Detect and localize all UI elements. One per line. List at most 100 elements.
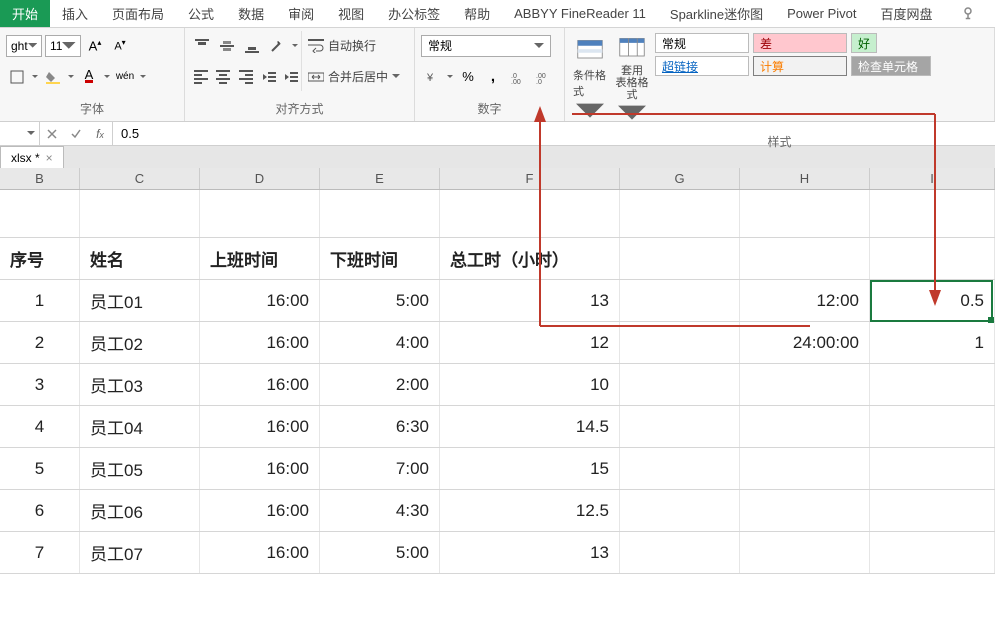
cell[interactable]: 员工07 (80, 532, 200, 573)
col-header-f[interactable]: F (440, 168, 620, 189)
cell[interactable]: 12 (440, 322, 620, 363)
cell[interactable]: 16:00 (200, 364, 320, 405)
cell[interactable]: 12.5 (440, 490, 620, 531)
tab-abbyy[interactable]: ABBYY FineReader 11 (502, 0, 658, 27)
cell[interactable]: 1 (870, 322, 995, 363)
indent-decrease-icon[interactable] (259, 66, 279, 88)
cell[interactable] (620, 448, 740, 489)
indent-increase-icon[interactable] (281, 66, 301, 88)
col-header-b[interactable]: B (0, 168, 80, 189)
cell[interactable]: 5:00 (320, 280, 440, 321)
orientation-icon[interactable] (266, 35, 288, 57)
cell[interactable] (620, 190, 740, 237)
cell[interactable]: 16:00 (200, 448, 320, 489)
cell[interactable] (620, 406, 740, 447)
cell[interactable]: 4:30 (320, 490, 440, 531)
cell[interactable]: 员工01 (80, 280, 200, 321)
cell[interactable] (200, 190, 320, 237)
tab-baidu[interactable]: 百度网盘 (868, 0, 944, 27)
cell[interactable] (0, 190, 80, 237)
cell[interactable]: 员工02 (80, 322, 200, 363)
merge-center-button[interactable]: 合并后居中 (308, 68, 408, 85)
col-header-h[interactable]: H (740, 168, 870, 189)
col-header-e[interactable]: E (320, 168, 440, 189)
cell[interactable]: 10 (440, 364, 620, 405)
cell[interactable] (870, 190, 995, 237)
wrap-text-button[interactable]: 自动换行 (308, 37, 408, 54)
cell[interactable]: 7:00 (320, 448, 440, 489)
cell[interactable]: 14.5 (440, 406, 620, 447)
cell[interactable] (740, 238, 870, 279)
cell[interactable]: 13 (440, 280, 620, 321)
increase-decimal-icon[interactable]: .0.00 (507, 66, 529, 88)
tab-review[interactable]: 审阅 (276, 0, 326, 27)
orientation-dropdown[interactable] (291, 44, 299, 48)
cell[interactable] (620, 322, 740, 363)
cell[interactable] (740, 364, 870, 405)
cell[interactable]: 员工03 (80, 364, 200, 405)
tell-me-icon[interactable] (945, 0, 991, 27)
align-top-icon[interactable] (191, 35, 213, 57)
align-left-icon[interactable] (191, 66, 211, 88)
cell[interactable] (740, 490, 870, 531)
tab-data[interactable]: 数据 (226, 0, 276, 27)
cell[interactable]: 13 (440, 532, 620, 573)
cell[interactable] (870, 490, 995, 531)
cell[interactable] (740, 532, 870, 573)
format-as-table-button[interactable]: 套用 表格格式 (613, 31, 651, 131)
align-bottom-icon[interactable] (241, 35, 263, 57)
align-middle-icon[interactable] (216, 35, 238, 57)
cell[interactable] (870, 532, 995, 573)
cell[interactable]: 24:00:00 (740, 322, 870, 363)
name-box[interactable] (0, 122, 40, 145)
formula-input[interactable]: 0.5 (113, 122, 995, 145)
cell[interactable] (740, 406, 870, 447)
border-icon[interactable] (6, 66, 28, 88)
close-icon[interactable]: × (46, 151, 53, 165)
tab-layout[interactable]: 页面布局 (100, 0, 176, 27)
tab-insert[interactable]: 插入 (50, 0, 100, 27)
tab-formula[interactable]: 公式 (176, 0, 226, 27)
cell[interactable] (740, 448, 870, 489)
cell-style-hyperlink[interactable]: 超链接 (655, 56, 749, 76)
cell[interactable]: 16:00 (200, 406, 320, 447)
cell[interactable] (440, 190, 620, 237)
cell[interactable]: 序号 (0, 238, 80, 279)
decrease-font-icon[interactable]: A▾ (109, 35, 131, 57)
cell[interactable]: 7 (0, 532, 80, 573)
cell[interactable] (620, 364, 740, 405)
increase-font-icon[interactable]: A▴ (84, 35, 106, 57)
cell[interactable]: 16:00 (200, 322, 320, 363)
cell[interactable]: 16:00 (200, 280, 320, 321)
cell[interactable]: 1 (0, 280, 80, 321)
cell-style-bad[interactable]: 差 (753, 33, 847, 53)
number-format-select[interactable]: 常规 (421, 35, 551, 57)
cell[interactable]: 5 (0, 448, 80, 489)
cell-style-calc[interactable]: 计算 (753, 56, 847, 76)
accept-formula-icon[interactable] (64, 122, 88, 145)
cell[interactable]: 员工04 (80, 406, 200, 447)
cell[interactable] (870, 406, 995, 447)
font-name-select[interactable]: ght (6, 35, 42, 57)
cell-style-check[interactable]: 检查单元格 (851, 56, 931, 76)
cell[interactable]: 员工06 (80, 490, 200, 531)
cell[interactable] (320, 190, 440, 237)
cell[interactable]: 2 (0, 322, 80, 363)
decrease-decimal-icon[interactable]: .00.0 (532, 66, 554, 88)
cell[interactable]: 0.5 (870, 280, 995, 321)
cell[interactable]: 12:00 (740, 280, 870, 321)
comma-format-icon[interactable]: , (482, 66, 504, 88)
accounting-dropdown[interactable] (446, 75, 454, 79)
col-header-g[interactable]: G (620, 168, 740, 189)
tab-powerpivot[interactable]: Power Pivot (775, 0, 868, 27)
tab-home[interactable]: 开始 (0, 0, 50, 27)
cell[interactable]: 5:00 (320, 532, 440, 573)
cell-style-normal[interactable]: 常规 (655, 33, 749, 53)
cell[interactable]: 16:00 (200, 532, 320, 573)
cell[interactable] (620, 532, 740, 573)
cell[interactable] (80, 190, 200, 237)
cell[interactable] (620, 490, 740, 531)
cell-style-good[interactable]: 好 (851, 33, 877, 53)
tab-sparkline[interactable]: Sparkline迷你图 (658, 0, 775, 27)
cell[interactable]: 下班时间 (320, 238, 440, 279)
